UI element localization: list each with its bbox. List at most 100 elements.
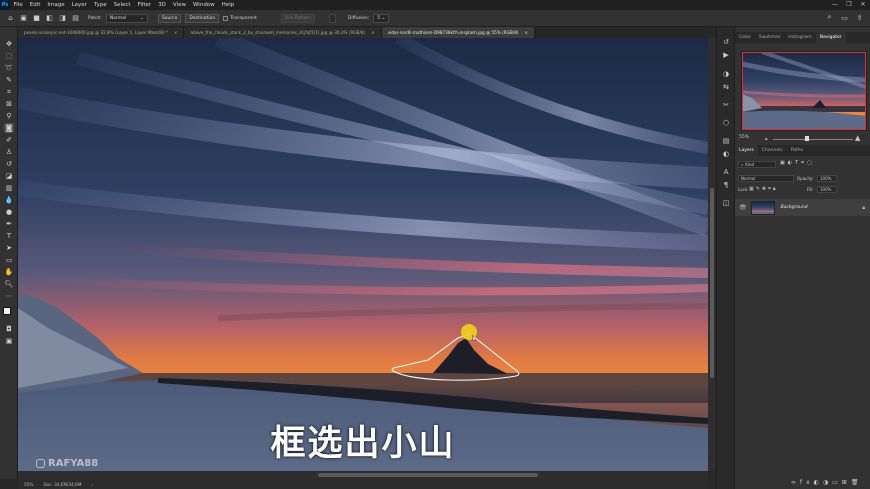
eyedropper-tool-icon[interactable]: ⚲ xyxy=(4,111,14,121)
tool-preset-icon[interactable]: ▣ xyxy=(19,14,28,23)
layer-actions[interactable]: ∞fx◐◑▭⊞🗑︎ xyxy=(791,479,862,486)
tools-icon[interactable]: ✂ xyxy=(721,100,731,110)
search-icon[interactable]: ⌕ xyxy=(825,13,834,22)
type-tool-icon[interactable]: T xyxy=(4,231,14,241)
history-icon[interactable]: ↺ xyxy=(721,37,731,47)
zoom-slider-track[interactable] xyxy=(773,139,853,140)
document-tab[interactable]: pexels-visionpic-net-1008000.jpg @ 32,8%… xyxy=(18,27,185,38)
menu-3d[interactable]: 3D xyxy=(155,2,170,8)
workspace-icon[interactable]: ▭ xyxy=(840,13,849,22)
lock-icons[interactable]: ▦✎✥⌗🔒︎ xyxy=(749,186,778,192)
tab-layers[interactable]: Layers xyxy=(735,145,758,156)
actions-icon[interactable]: ▶ xyxy=(721,50,731,60)
zoom-level[interactable]: 55% xyxy=(24,482,33,487)
navigator-thumbnail[interactable] xyxy=(741,51,867,131)
layer-name[interactable]: Background xyxy=(781,205,808,210)
shape-tool-icon[interactable]: ▭ xyxy=(4,255,14,265)
stamp-tool-icon[interactable]: ♙ xyxy=(4,147,14,157)
gradient-tool-icon[interactable]: ▥ xyxy=(4,183,14,193)
selection-new-icon[interactable]: ■ xyxy=(32,14,41,23)
close-button[interactable]: ✕ xyxy=(856,0,870,10)
brush-tool-icon[interactable]: ✐ xyxy=(4,135,14,145)
color-icon[interactable]: ◐ xyxy=(721,149,731,159)
destination-button[interactable]: Destination xyxy=(185,13,220,23)
document-tab[interactable]: above_the_clouds_stock_2_by_shairwell_me… xyxy=(184,27,382,38)
foreground-color-swatch[interactable] xyxy=(3,307,11,315)
patch-tool-icon[interactable]: ◙ xyxy=(4,123,14,133)
libraries-icon[interactable]: ▤ xyxy=(721,136,731,146)
character-icon[interactable]: A xyxy=(721,167,731,177)
vertical-scrollbar[interactable] xyxy=(708,38,716,471)
zoom-tool-icon[interactable]: 🔍︎ xyxy=(4,279,14,289)
home-icon[interactable]: ⌂ xyxy=(6,14,15,23)
menu-image[interactable]: Image xyxy=(44,2,68,8)
minimize-button[interactable]: — xyxy=(828,0,842,10)
menu-layer[interactable]: Layer xyxy=(68,2,90,8)
more-tools-icon[interactable]: ⋯ xyxy=(4,291,14,301)
quick-select-tool-icon[interactable]: ✎ xyxy=(4,75,14,85)
opacity-field[interactable]: 100% xyxy=(817,175,837,182)
tab-swatches[interactable]: Swatches xyxy=(755,32,785,43)
zoom-slider-thumb[interactable] xyxy=(805,136,809,141)
selection-intersect-icon[interactable]: ▤ xyxy=(71,14,80,23)
tab-paths[interactable]: Paths xyxy=(787,145,807,156)
tab-navigator[interactable]: Navigator xyxy=(815,32,846,43)
close-icon[interactable]: × xyxy=(371,30,375,35)
blur-tool-icon[interactable]: 💧 xyxy=(4,195,14,205)
diffusion-select[interactable]: 5 ⌄ xyxy=(373,13,390,23)
screen-mode-icon[interactable]: ▣ xyxy=(4,336,14,346)
crop-tool-icon[interactable]: ⌗ xyxy=(4,87,14,97)
pattern-swatch[interactable] xyxy=(328,13,336,23)
zoom-in-icon[interactable]: ▲ xyxy=(855,134,860,142)
menu-filter[interactable]: Filter xyxy=(134,2,155,8)
path-select-icon[interactable]: ➤ xyxy=(4,243,14,253)
paragraph-icon[interactable]: ¶ xyxy=(721,180,731,190)
document-canvas[interactable]: 框选出小山 RAFYA88 xyxy=(18,38,708,471)
history-brush-icon[interactable]: ↺ xyxy=(4,159,14,169)
selection-subtract-icon[interactable]: ◨ xyxy=(58,14,67,23)
zoom-out-icon[interactable]: ▴ xyxy=(765,136,768,142)
hand-tool-icon[interactable]: ✋ xyxy=(4,267,14,277)
tab-histogram[interactable]: Histogram xyxy=(784,32,815,43)
blend-mode-select[interactable]: Normal xyxy=(738,175,794,182)
3d-icon[interactable]: ⬡ xyxy=(721,118,731,128)
selection-add-icon[interactable]: ◧ xyxy=(45,14,54,23)
visibility-eye-icon[interactable]: 👁︎ xyxy=(739,204,747,211)
layer-filter-select[interactable]: ⌕ Kind xyxy=(738,161,776,168)
share-icon[interactable]: ⇪ xyxy=(855,13,864,22)
scroll-thumb[interactable] xyxy=(710,188,714,378)
tab-color[interactable]: Color xyxy=(735,32,755,43)
patch-mode-select[interactable]: Normal ⌄ xyxy=(105,13,148,23)
lasso-tool-icon[interactable]: ➰ xyxy=(4,63,14,73)
transparent-checkbox[interactable]: Transparent xyxy=(223,15,257,21)
horizontal-scrollbar[interactable] xyxy=(18,471,708,479)
restore-button[interactable]: ❐ xyxy=(842,0,856,10)
menu-help[interactable]: Help xyxy=(218,2,238,8)
properties-icon[interactable]: ⇆ xyxy=(721,82,731,92)
use-pattern-button[interactable]: Use Pattern xyxy=(280,13,315,23)
layers-panel-icon[interactable]: ◫ xyxy=(721,198,731,208)
document-tab-active[interactable]: vidar-nordli-mathisen-D98736ktY-unsplash… xyxy=(381,27,536,38)
menu-select[interactable]: Select xyxy=(110,2,134,8)
source-button[interactable]: Source xyxy=(157,13,182,23)
menu-file[interactable]: File xyxy=(10,2,26,8)
scroll-thumb[interactable] xyxy=(318,473,538,477)
status-arrow[interactable]: › xyxy=(91,482,93,487)
quick-mask-icon[interactable]: ◘ xyxy=(4,324,14,334)
fill-field[interactable]: 100% xyxy=(817,186,837,193)
menu-edit[interactable]: Edit xyxy=(26,2,44,8)
close-icon[interactable]: × xyxy=(525,30,529,35)
menu-window[interactable]: Window xyxy=(189,2,218,8)
pen-tool-icon[interactable]: ✒ xyxy=(4,219,14,229)
menu-view[interactable]: View xyxy=(169,2,189,8)
dodge-tool-icon[interactable]: ● xyxy=(4,207,14,217)
tab-channels[interactable]: Channels xyxy=(758,145,787,156)
navigator-view-frame[interactable] xyxy=(742,52,866,130)
layer-filter-icons[interactable]: ▣◐T⌗▢ xyxy=(780,160,815,166)
nav-zoom-value[interactable]: 55% xyxy=(739,135,749,140)
layer-row-background[interactable]: 👁︎ Background 🔒︎ xyxy=(735,199,870,216)
close-icon[interactable]: × xyxy=(174,30,178,35)
marquee-tool-icon[interactable]: ⬚ xyxy=(4,51,14,61)
frame-tool-icon[interactable]: ⊠ xyxy=(4,99,14,109)
adjustments-icon[interactable]: ◑ xyxy=(721,69,731,79)
